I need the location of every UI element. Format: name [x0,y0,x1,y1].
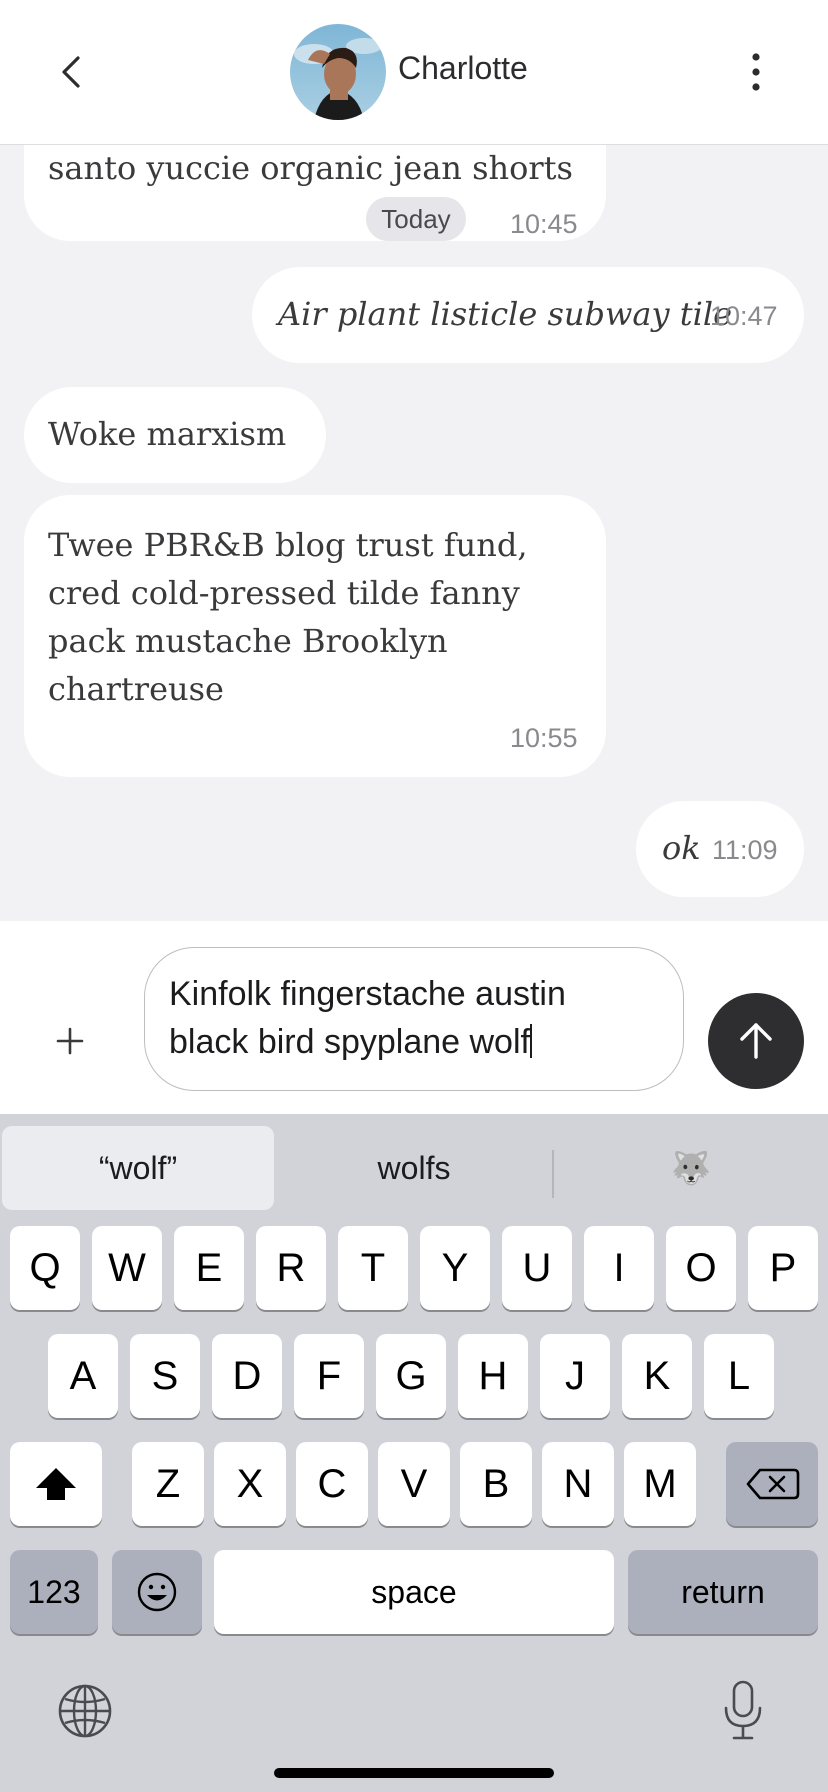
suggestion-2[interactable]: wolfs [278,1126,550,1210]
globe-icon [58,1684,112,1738]
input-line-2: black bird spyplane wolf [169,1023,532,1061]
key-j[interactable]: J [540,1334,610,1418]
plus-icon [56,1027,84,1055]
text-caret [529,1024,532,1058]
chevron-left-icon [62,56,80,88]
contact-name[interactable]: Charlotte [398,50,528,87]
more-vertical-icon [752,53,760,91]
arrow-up-icon [740,1023,772,1059]
composer: Kinfolk fingerstache austin black bird s… [0,921,828,1114]
message-text: Woke marxism [48,415,287,453]
key-i[interactable]: I [584,1226,654,1310]
message-text: ok [662,829,701,867]
message-time: 10:55 [510,723,578,753]
suggestion-3[interactable]: 🐺 [556,1126,826,1210]
key-q[interactable]: Q [10,1226,80,1310]
send-button[interactable] [708,993,804,1089]
key-y[interactable]: Y [420,1226,490,1310]
backspace-icon [746,1468,800,1500]
key-z[interactable]: Z [132,1442,204,1526]
key-o[interactable]: O [666,1226,736,1310]
shift-icon [36,1468,76,1500]
emoji-icon [137,1572,177,1612]
key-n[interactable]: N [542,1442,614,1526]
home-indicator[interactable] [274,1768,554,1778]
chat-header: Charlotte [0,0,828,145]
key-b[interactable]: B [460,1442,532,1526]
return-key[interactable]: return [628,1550,818,1634]
key-a[interactable]: A [48,1334,118,1418]
avatar[interactable] [290,24,386,120]
key-m[interactable]: M [624,1442,696,1526]
key-c[interactable]: C [296,1442,368,1526]
attach-button[interactable] [52,1023,88,1059]
key-x[interactable]: X [214,1442,286,1526]
microphone-button[interactable] [718,1678,768,1744]
message-bubble-incoming[interactable]: santo yuccie organic jean shorts Today 1… [24,145,606,241]
numbers-key[interactable]: 123 [10,1550,98,1634]
message-bubble-incoming[interactable]: Twee PBR&B blog trust fund, cred cold-pr… [24,495,606,777]
message-text: Twee PBR&B blog trust fund, cred cold-pr… [48,526,528,708]
message-input[interactable]: Kinfolk fingerstache austin black bird s… [144,947,684,1091]
key-u[interactable]: U [502,1226,572,1310]
message-text: Air plant listicle subway tile [278,295,732,333]
key-w[interactable]: W [92,1226,162,1310]
key-f[interactable]: F [294,1334,364,1418]
message-list[interactable]: santo yuccie organic jean shorts Today 1… [0,145,828,921]
input-line-1: Kinfolk fingerstache austin [169,975,566,1013]
message-text: santo yuccie organic jean shorts [48,149,573,187]
suggestion-1[interactable]: “wolf” [2,1126,274,1210]
microphone-icon [724,1680,762,1740]
message-bubble-incoming[interactable]: Woke marxism [24,387,326,483]
key-d[interactable]: D [212,1334,282,1418]
more-button[interactable] [740,50,772,94]
key-t[interactable]: T [338,1226,408,1310]
message-bubble-outgoing[interactable]: ok 11:09 [636,801,804,897]
suggestion-divider [552,1150,554,1198]
date-pill: Today [366,197,466,241]
key-h[interactable]: H [458,1334,528,1418]
message-bubble-outgoing[interactable]: Air plant listicle subway tile 10:47 [252,267,804,363]
key-v[interactable]: V [378,1442,450,1526]
message-time: 10:47 [710,301,778,331]
key-r[interactable]: R [256,1226,326,1310]
key-k[interactable]: K [622,1334,692,1418]
key-p[interactable]: P [748,1226,818,1310]
shift-key[interactable] [10,1442,102,1526]
key-g[interactable]: G [376,1334,446,1418]
message-time: 11:09 [712,835,778,865]
globe-button[interactable] [56,1682,114,1740]
emoji-key[interactable] [112,1550,202,1634]
key-e[interactable]: E [174,1226,244,1310]
back-button[interactable] [50,48,94,96]
space-key[interactable]: space [214,1550,614,1634]
message-time: 10:45 [510,209,578,239]
key-s[interactable]: S [130,1334,200,1418]
delete-key[interactable] [726,1442,818,1526]
key-l[interactable]: L [704,1334,774,1418]
keyboard: “wolf” wolfs 🐺 Q W E R T Y U I O P A S D… [0,1114,828,1792]
